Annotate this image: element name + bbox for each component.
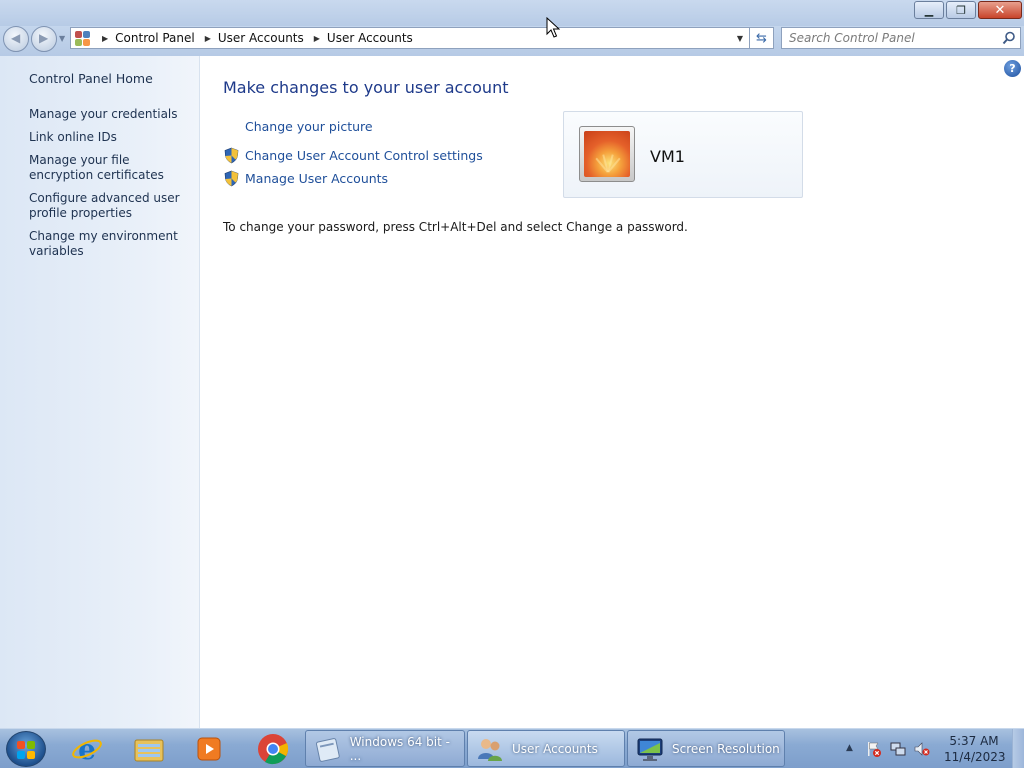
folder-icon (134, 739, 164, 762)
internet-explorer-icon: e (72, 734, 102, 764)
search-input[interactable] (782, 28, 992, 48)
forward-arrow-icon: ▶ (39, 31, 49, 45)
minimize-icon: ▁ (924, 3, 934, 17)
flower-picture-icon (584, 131, 630, 177)
pinned-chrome[interactable] (248, 732, 298, 766)
search-icon[interactable] (1002, 31, 1016, 45)
breadcrumb-separator: ▶ (313, 33, 320, 43)
document-icon (315, 737, 340, 762)
address-dropdown-icon[interactable]: ▼ (737, 34, 743, 43)
sidebar-links: Manage your credentials Link online IDs … (29, 107, 194, 267)
clock[interactable]: 5:37 AM 11/4/2023 (944, 733, 1006, 765)
password-note: To change your password, press Ctrl+Alt+… (223, 220, 688, 234)
title-bar: ▁ ❐ ✕ (0, 0, 1024, 26)
sidebar-item-manage-credentials[interactable]: Manage your credentials (29, 107, 194, 122)
breadcrumb-separator: ▶ (102, 33, 109, 43)
navigation-bar: ◀ ▶ ▼ ▶ Control Panel ▶ User Accounts ▶ … (0, 26, 1024, 56)
back-arrow-icon: ◀ (11, 31, 21, 45)
account-picture[interactable] (579, 126, 635, 182)
show-desktop-button[interactable] (1012, 729, 1024, 768)
taskbar-button-windows-64bit[interactable]: Windows 64 bit - ... (305, 730, 465, 767)
media-player-icon (197, 737, 221, 761)
pinned-internet-explorer[interactable]: e (62, 732, 112, 766)
control-panel-home-link[interactable]: Control Panel Home (29, 71, 153, 86)
manage-user-accounts-link[interactable]: Manage User Accounts (245, 171, 388, 186)
show-hidden-icons-button[interactable]: ▲ (846, 743, 853, 753)
taskbar-button-screen-resolution[interactable]: Screen Resolution (627, 730, 785, 767)
system-tray: ▲ 5:37 AM 11/4/2023 (840, 729, 1024, 768)
forward-button[interactable]: ▶ (31, 26, 57, 52)
sidebar-item-advanced-profile[interactable]: Configure advanced user profile properti… (29, 191, 194, 221)
uac-shield-icon (224, 147, 239, 163)
monitor-icon (637, 738, 663, 761)
page-title: Make changes to your user account (223, 78, 509, 97)
start-button[interactable] (6, 731, 46, 767)
close-button[interactable]: ✕ (978, 1, 1022, 19)
search-box[interactable] (781, 27, 1021, 49)
volume-muted-icon[interactable] (914, 741, 930, 757)
breadcrumb-user-accounts[interactable]: User Accounts (218, 31, 304, 45)
back-button[interactable]: ◀ (3, 26, 29, 52)
users-icon (478, 738, 502, 761)
action-center-flag-icon[interactable] (866, 741, 882, 757)
taskbar-button-label: Screen Resolution (672, 741, 780, 756)
taskbar: e Windows 64 bit - ... User Accounts Scr… (0, 728, 1024, 768)
uac-shield-icon (224, 170, 239, 186)
sidebar-item-file-encryption[interactable]: Manage your file encryption certificates (29, 153, 194, 183)
window-controls: ▁ ❐ ✕ (912, 1, 1022, 19)
taskbar-button-label: Windows 64 bit - ... (349, 734, 450, 763)
clock-time: 5:37 AM (949, 734, 999, 748)
clock-date: 11/4/2023 (944, 750, 1006, 764)
recent-pages-dropdown[interactable]: ▼ (59, 34, 65, 43)
pinned-file-explorer[interactable] (124, 732, 174, 766)
sidebar-item-environment-variables[interactable]: Change my environment variables (29, 229, 194, 259)
close-icon: ✕ (994, 2, 1006, 18)
chrome-icon (258, 734, 289, 765)
network-icon[interactable] (890, 741, 906, 757)
restore-icon: ❐ (956, 3, 966, 17)
refresh-icon: ⇆ (756, 30, 767, 46)
sidebar-item-link-online-ids[interactable]: Link online IDs (29, 130, 194, 145)
account-name: VM1 (650, 147, 685, 166)
help-icon[interactable]: ? (1004, 60, 1021, 77)
breadcrumb-control-panel[interactable]: Control Panel (115, 31, 195, 45)
taskbar-button-label: User Accounts (512, 741, 598, 756)
change-picture-link[interactable]: Change your picture (245, 119, 373, 134)
control-panel-icon (74, 30, 92, 46)
mouse-cursor-icon (546, 17, 560, 38)
main-content: ? Make changes to your user account Chan… (200, 56, 1024, 728)
task-uac-settings[interactable]: Change User Account Control settings (223, 146, 483, 164)
left-pane: Control Panel Home Manage your credentia… (0, 56, 200, 728)
uac-settings-link[interactable]: Change User Account Control settings (245, 148, 483, 163)
account-card: VM1 (563, 111, 803, 198)
breadcrumb-user-accounts-current[interactable]: User Accounts (327, 31, 413, 45)
windows-logo-icon (17, 741, 35, 759)
task-manage-accounts[interactable]: Manage User Accounts (223, 169, 388, 187)
refresh-button[interactable]: ⇆ (750, 27, 774, 49)
pinned-media-player[interactable] (184, 732, 234, 766)
address-bar[interactable]: ▶ Control Panel ▶ User Accounts ▶ User A… (70, 27, 750, 49)
taskbar-button-user-accounts[interactable]: User Accounts (467, 730, 625, 767)
breadcrumb-separator: ▶ (204, 33, 211, 43)
task-change-picture[interactable]: Change your picture (223, 117, 373, 135)
minimize-button[interactable]: ▁ (914, 1, 944, 19)
restore-button[interactable]: ❐ (946, 1, 976, 19)
svg-text:e: e (78, 734, 96, 764)
